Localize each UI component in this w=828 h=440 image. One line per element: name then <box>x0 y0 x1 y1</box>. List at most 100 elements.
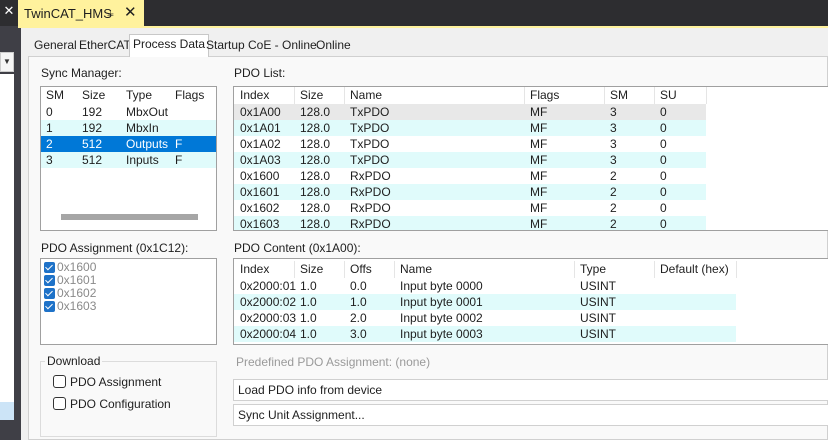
table-row[interactable]: 0x1601 128.0 RxPDO MF 2 0 <box>234 184 706 200</box>
table-row[interactable]: 0x1A00 128.0 TxPDO MF 3 0 <box>234 104 706 120</box>
table-cell: 0x2000:04 <box>240 327 297 341</box>
table-cell: 2 <box>610 185 617 199</box>
pdo-configuration-checkbox-label[interactable]: PDO Configuration <box>70 397 171 411</box>
table-cell: MF <box>530 185 548 199</box>
column-header[interactable]: Name <box>400 261 432 278</box>
horizontal-scrollbar[interactable] <box>61 214 198 220</box>
table-cell: USINT <box>580 311 616 325</box>
table-cell: MF <box>530 137 548 151</box>
pdo-assignment-list[interactable]: 0x1600 0x1601 0x1602 0x1603 <box>40 258 217 345</box>
column-header[interactable]: Type <box>126 87 152 104</box>
table-cell: 512 <box>82 137 103 151</box>
table-row[interactable]: 3 512 Inputs F <box>41 152 216 168</box>
tab-ethercat[interactable]: EtherCAT <box>76 36 134 56</box>
table-cell: 192 <box>82 121 103 135</box>
checked-checkbox-icon[interactable] <box>44 262 55 273</box>
tab-online[interactable]: Online <box>313 36 354 56</box>
table-row[interactable]: 0x1A03 128.0 TxPDO MF 3 0 <box>234 152 706 168</box>
table-cell: 0 <box>660 105 667 119</box>
table-row[interactable]: 1 192 MbxIn <box>41 120 216 136</box>
table-cell: USINT <box>580 295 616 309</box>
pdo-assignment-checkbox-label[interactable]: PDO Assignment <box>70 375 161 389</box>
table-cell: 3.0 <box>350 327 367 341</box>
table-row[interactable]: 0x2000:01 1.0 0.0 Input byte 0000 USINT <box>234 278 736 294</box>
table-cell: 128.0 <box>300 217 331 231</box>
table-row[interactable]: 0x1603 128.0 RxPDO MF 2 0 <box>234 216 706 231</box>
table-cell: 192 <box>82 105 103 119</box>
column-header[interactable]: Type <box>580 261 606 278</box>
table-cell: 0x1A00 <box>240 105 281 119</box>
table-row[interactable]: 0x1602 128.0 RxPDO MF 2 0 <box>234 200 706 216</box>
table-cell: F <box>175 137 183 151</box>
list-item[interactable]: 0x1603 <box>41 300 211 313</box>
column-header[interactable]: SM <box>610 87 628 104</box>
table-cell: 0 <box>660 169 667 183</box>
tab-process-data[interactable]: Process Data <box>129 34 210 57</box>
table-cell: MF <box>530 121 548 135</box>
column-header[interactable]: Flags <box>175 87 204 104</box>
left-close-icon[interactable]: ✕ <box>0 0 18 26</box>
table-row[interactable]: 2 512 Outputs F <box>41 136 216 152</box>
pin-icon[interactable]: ⫨ <box>107 5 114 20</box>
table-cell: TxPDO <box>350 121 390 135</box>
pdo-list-label: PDO List: <box>234 66 286 80</box>
table-cell: Outputs <box>126 137 169 151</box>
close-icon[interactable]: ✕ <box>124 3 137 21</box>
document-left-border <box>18 28 21 440</box>
sync-manager-label: Sync Manager: <box>41 66 122 80</box>
checked-checkbox-icon[interactable] <box>44 288 55 299</box>
checked-checkbox-icon[interactable] <box>44 301 55 312</box>
table-cell: 0x1A02 <box>240 137 281 151</box>
tab-general[interactable]: General <box>31 36 80 56</box>
sync-unit-assignment-button[interactable]: Sync Unit Assignment... <box>233 404 828 426</box>
pdo-list[interactable]: Index Size Name Flags SM SU 0x1A00 128.0 T… <box>233 86 828 231</box>
table-cell: MF <box>530 217 548 231</box>
table-cell: 0 <box>660 153 667 167</box>
column-header[interactable]: SU <box>660 87 677 104</box>
table-row[interactable]: 0x1600 128.0 RxPDO MF 2 0 <box>234 168 706 184</box>
chevron-down-icon[interactable]: ▼ <box>0 52 14 72</box>
table-cell: 3 <box>610 153 617 167</box>
pdo-content-label: PDO Content (0x1A00): <box>234 241 361 255</box>
table-cell: 3 <box>610 137 617 151</box>
table-cell: 128.0 <box>300 121 331 135</box>
table-cell: MF <box>530 105 548 119</box>
table-cell: TxPDO <box>350 137 390 151</box>
column-header[interactable]: Index <box>240 87 269 104</box>
load-pdo-info-button[interactable]: Load PDO info from device <box>233 379 828 401</box>
table-cell: 1.0 <box>300 295 317 309</box>
table-row[interactable]: 0x1A02 128.0 TxPDO MF 3 0 <box>234 136 706 152</box>
table-cell: 128.0 <box>300 153 331 167</box>
checked-checkbox-icon[interactable] <box>44 275 55 286</box>
tab-startup[interactable]: Startup <box>203 36 248 56</box>
column-header[interactable]: Size <box>300 261 323 278</box>
column-header[interactable]: SM <box>46 87 64 104</box>
column-header[interactable]: Size <box>82 87 105 104</box>
pdo-configuration-checkbox[interactable] <box>53 397 66 410</box>
table-cell: RxPDO <box>350 217 391 231</box>
tab-coe-online[interactable]: CoE - Online <box>245 36 320 56</box>
table-row[interactable]: 0x2000:02 1.0 1.0 Input byte 0001 USINT <box>234 294 736 310</box>
table-row[interactable]: 0 192 MbxOut <box>41 104 216 120</box>
column-header[interactable]: Flags <box>530 87 559 104</box>
table-row[interactable]: 0x1A01 128.0 TxPDO MF 3 0 <box>234 120 706 136</box>
column-header[interactable]: Default (hex) <box>660 261 729 278</box>
column-header[interactable]: Offs <box>350 261 372 278</box>
table-cell: 0 <box>660 185 667 199</box>
column-header[interactable]: Name <box>350 87 382 104</box>
table-row[interactable]: 0x2000:04 1.0 3.0 Input byte 0003 USINT <box>234 326 736 342</box>
pdo-list-header: Index Size Name Flags SM SU <box>234 87 707 104</box>
column-header[interactable]: Size <box>300 87 323 104</box>
table-row[interactable]: 0x2000:03 1.0 2.0 Input byte 0002 USINT <box>234 310 736 326</box>
pdo-content-list[interactable]: Index Size Offs Name Type Default (hex) … <box>233 258 828 345</box>
predefined-pdo-assignment: Predefined PDO Assignment: (none) <box>236 355 431 369</box>
table-cell: 0 <box>46 105 53 119</box>
table-cell: 0x2000:01 <box>240 279 297 293</box>
column-header[interactable]: Index <box>240 261 269 278</box>
table-cell: 3 <box>610 105 617 119</box>
table-cell: 0x1600 <box>240 169 280 183</box>
document-tab-title[interactable]: TwinCAT_HMS <box>24 6 112 21</box>
pdo-assignment-checkbox[interactable] <box>53 375 66 388</box>
sync-manager-list[interactable]: SM Size Type Flags 0 192 MbxOut 1 192 MbxIn 2 5… <box>40 86 217 231</box>
table-cell: TxPDO <box>350 105 390 119</box>
